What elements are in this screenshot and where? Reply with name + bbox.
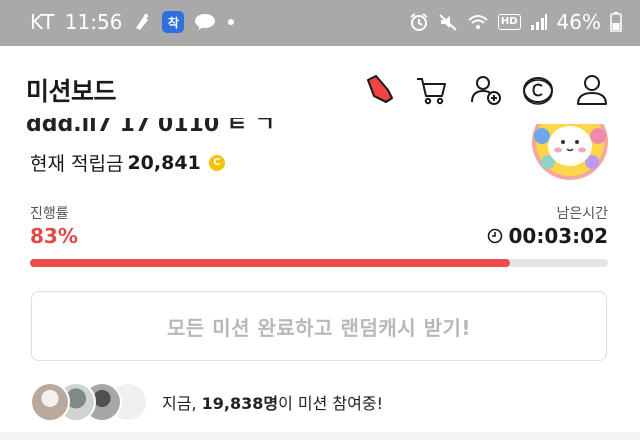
participants-prefix: 지금, [162,394,202,413]
page-title: 미션보드 [26,77,117,106]
battery-icon [610,12,622,32]
talk-icon [194,13,216,31]
signal-icon [530,14,548,30]
mute-icon [438,12,458,32]
add-friend-icon[interactable] [468,72,504,108]
status-bar: KT 11:56 착 HD 46% [0,0,640,46]
clipped-heading-text: ddd.ll7 17 0110 ㅌ ㄱ [26,118,275,134]
participants-suffix: 이 미션 참여중! [278,394,383,413]
coin-icon: C [208,154,225,171]
profile-icon[interactable] [574,72,610,108]
participants-text: 지금, 19,838명이 미션 참여중! [162,390,383,414]
character-avatar[interactable] [530,124,610,184]
clipped-heading: ddd.ll7 17 0110 ㅌ ㄱ [26,118,386,134]
cart-icon[interactable] [414,72,450,108]
progress-label: 진행률 [30,206,69,222]
cash-coin-icon[interactable] [520,72,556,108]
progress-percent: 83% [30,224,78,248]
hd-voice-icon: HD [497,14,521,30]
claim-random-cash-button[interactable]: 모든 미션 완료하고 랜덤캐시 받기! [31,291,607,361]
battery-percent: 46% [556,10,601,34]
participant-avatar [30,382,70,422]
alarm-icon [409,12,429,32]
remaining-time: 00:03:02 [487,224,609,248]
points-value: 20,841 [127,151,201,174]
participants-row: 지금, 19,838명이 미션 참여중! [30,382,383,422]
app-badge-icon: 착 [162,11,185,33]
next-card-edge [0,432,640,440]
shoe-icon[interactable] [362,72,398,108]
running-app-icon [132,12,152,32]
notification-dot-icon [228,19,235,25]
carrier-name: KT [30,10,55,34]
clock-icon [487,228,503,244]
participants-count: 19,838명 [201,394,279,413]
current-points: 현재 적립금 20,841 C [30,149,225,176]
remaining-time-label: 남은시간 [556,206,608,222]
remaining-time-value: 00:03:02 [508,224,609,248]
wifi-icon [467,13,489,31]
progress-bar-fill [30,259,510,267]
points-label: 현재 적립금 [30,153,124,175]
clock: 11:56 [64,10,123,34]
progress-bar [30,259,608,267]
